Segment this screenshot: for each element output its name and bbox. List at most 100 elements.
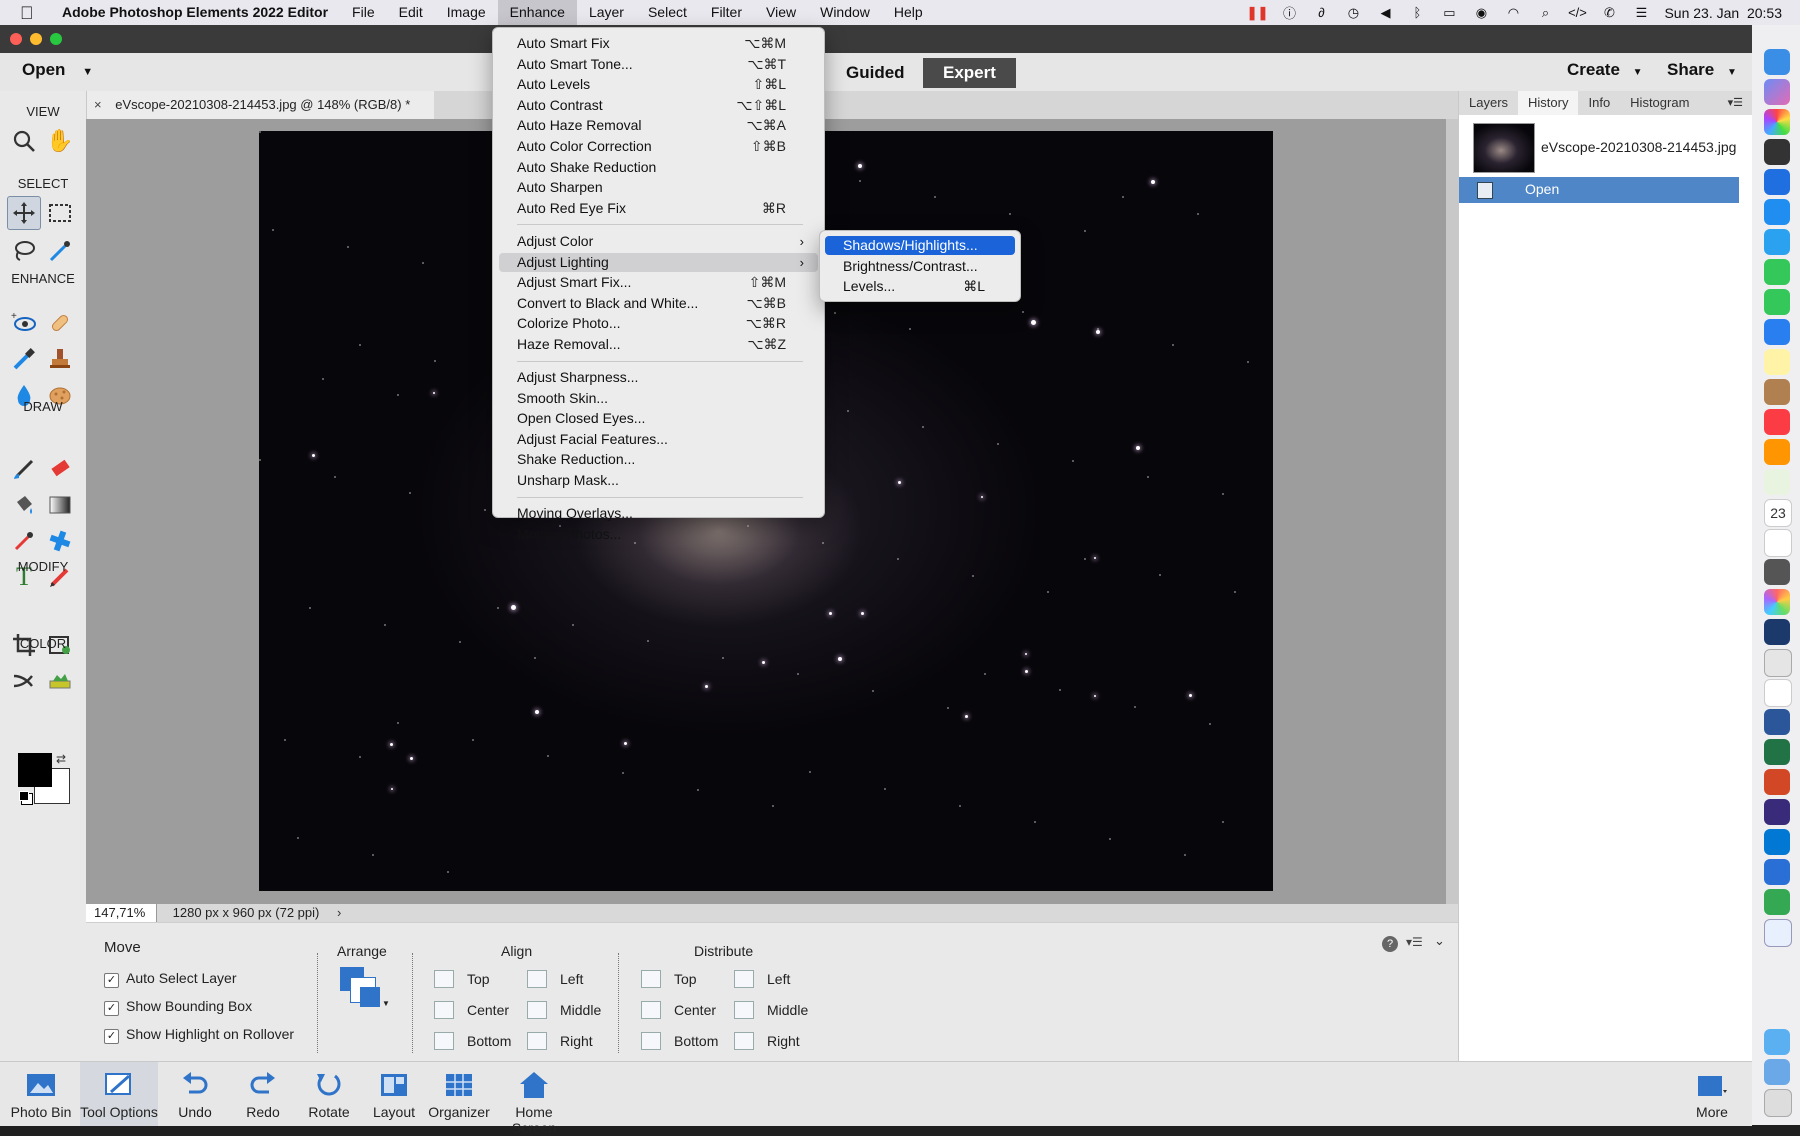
calendar-icon[interactable]: 23 xyxy=(1764,499,1792,527)
default-colors-icon[interactable] xyxy=(19,791,29,801)
auto-select-layer-checkbox[interactable]: ✓ xyxy=(104,973,119,988)
notes-icon[interactable] xyxy=(1764,349,1790,375)
tab-history[interactable]: History xyxy=(1518,91,1579,115)
distribute-middle-label[interactable]: Middle xyxy=(767,1002,808,1018)
menu-item-auto-red-eye-fix[interactable]: Auto Red Eye Fix ⌘R xyxy=(499,199,818,218)
password-icon[interactable]: ⓘ xyxy=(1280,5,1298,21)
expert-mode-button[interactable]: Expert xyxy=(923,58,1016,88)
arrange-dropdown[interactable]: ▼ xyxy=(340,967,390,1013)
music-icon[interactable] xyxy=(1764,409,1790,435)
facetime-icon[interactable] xyxy=(1764,259,1790,285)
messages-icon[interactable] xyxy=(1764,289,1790,315)
signature-icon[interactable]: ∂ xyxy=(1312,5,1330,21)
zoom-readout[interactable]: 147,71% xyxy=(86,904,157,922)
home-screen-button[interactable]: Home Screen xyxy=(494,1062,574,1136)
books-icon[interactable] xyxy=(1764,439,1790,465)
content-aware-move-tool-icon[interactable] xyxy=(8,665,40,697)
recording-icon[interactable]: ❚❚ xyxy=(1247,5,1269,21)
lasso-tool-icon[interactable] xyxy=(8,235,40,267)
menu-item-adjust-smart-fix[interactable]: Adjust Smart Fix... ⇧⌘M xyxy=(499,273,818,292)
submenu-item-shadows-highlights[interactable]: Shadows/Highlights... xyxy=(825,236,1015,255)
mail-icon[interactable] xyxy=(1764,319,1790,345)
menu-layer[interactable]: Layer xyxy=(577,0,636,25)
menu-item-adjust-facial-features[interactable]: Adjust Facial Features... xyxy=(499,430,818,449)
night-app-icon[interactable] xyxy=(1764,799,1790,825)
menu-item-smooth-skin[interactable]: Smooth Skin... xyxy=(499,389,818,408)
menu-item-moving-overlays[interactable]: Moving Overlays... xyxy=(499,504,818,523)
tab-histogram[interactable]: Histogram xyxy=(1620,91,1699,115)
calculator-icon[interactable] xyxy=(1764,649,1792,677)
create-button[interactable]: Create ▼ xyxy=(1567,60,1643,80)
menu-help[interactable]: Help xyxy=(882,0,935,25)
align-left-label[interactable]: Left xyxy=(560,971,583,987)
undo-button[interactable]: Undo xyxy=(162,1062,228,1126)
align-center-icon[interactable] xyxy=(434,1001,454,1019)
hand-tool-icon[interactable]: ✋ xyxy=(44,125,76,157)
align-left-icon[interactable] xyxy=(527,970,547,988)
app-name-menu[interactable]: Adobe Photoshop Elements 2022 Editor xyxy=(50,0,340,25)
utility-icon[interactable] xyxy=(1764,919,1792,947)
clock[interactable]: Sun 23. Jan 20:53 xyxy=(1664,5,1782,21)
excel-icon[interactable] xyxy=(1764,739,1790,765)
menu-item-auto-smart-fix[interactable]: Auto Smart Fix ⌥⌘M xyxy=(499,34,818,53)
apple-icon[interactable]:  xyxy=(20,4,36,22)
control-center-icon[interactable]: ☰ xyxy=(1632,5,1650,21)
menu-item-adjust-lighting[interactable]: Adjust Lighting › xyxy=(499,252,818,272)
password-manager-icon[interactable] xyxy=(1764,169,1790,195)
phone-icon[interactable]: ✆ xyxy=(1600,5,1618,21)
clone-stamp-tool-icon[interactable] xyxy=(44,343,76,375)
menu-item-moving-photos[interactable]: Moving Photos... xyxy=(499,525,818,544)
distribute-left-label[interactable]: Left xyxy=(767,971,790,987)
distribute-middle-icon[interactable] xyxy=(734,1001,754,1019)
chevron-right-icon[interactable]: › xyxy=(337,905,341,920)
menu-item-auto-smart-tone[interactable]: Auto Smart Tone... ⌥⌘T xyxy=(499,55,818,74)
app-store-icon[interactable] xyxy=(1764,199,1790,225)
more-button[interactable]: More xyxy=(1690,1062,1734,1126)
battery-icon[interactable]: ▭ xyxy=(1440,5,1458,21)
straighten-tool-icon[interactable] xyxy=(44,665,76,697)
options-menu-icon[interactable]: ▾☰ xyxy=(1406,935,1423,949)
bluetooth-icon[interactable]: ᛒ xyxy=(1408,5,1426,21)
elements-icon[interactable] xyxy=(1764,619,1790,645)
menu-item-auto-levels[interactable]: Auto Levels ⇧⌘L xyxy=(499,75,818,94)
align-bottom-icon[interactable] xyxy=(434,1032,454,1050)
remote-desktop-icon[interactable] xyxy=(1764,859,1790,885)
custom-shape-tool-icon[interactable] xyxy=(44,525,76,557)
menu-item-auto-haze-removal[interactable]: Auto Haze Removal ⌥⌘A xyxy=(499,116,818,135)
guided-mode-button[interactable]: Guided xyxy=(826,58,925,88)
tab-info[interactable]: Info xyxy=(1578,91,1620,115)
tab-layers[interactable]: Layers xyxy=(1459,91,1518,115)
time-machine-icon[interactable]: ◷ xyxy=(1344,5,1362,21)
quick-selection-tool-icon[interactable] xyxy=(44,235,76,267)
menu-file[interactable]: File xyxy=(340,0,387,25)
history-state-row[interactable]: Open xyxy=(1459,177,1739,203)
rotate-button[interactable]: Rotate xyxy=(298,1062,360,1126)
menu-item-adjust-color[interactable]: Adjust Color › xyxy=(499,232,818,251)
layout-button[interactable]: Layout xyxy=(364,1062,424,1126)
swap-colors-icon[interactable]: ⇄ xyxy=(56,752,66,766)
help-icon[interactable]: ? xyxy=(1382,936,1398,952)
foreground-color-swatch[interactable] xyxy=(18,753,52,787)
distribute-bottom-label[interactable]: Bottom xyxy=(674,1033,718,1049)
spotlight-icon[interactable]: ⌕ xyxy=(1536,5,1554,21)
menu-item-unsharp-mask[interactable]: Unsharp Mask... xyxy=(499,471,818,490)
close-window-icon[interactable] xyxy=(10,33,22,45)
contacts-icon[interactable] xyxy=(1764,379,1790,405)
menu-item-auto-contrast[interactable]: Auto Contrast ⌥⇧⌘L xyxy=(499,96,818,115)
share-button[interactable]: Share ▼ xyxy=(1667,60,1737,80)
distribute-top-label[interactable]: Top xyxy=(674,971,697,987)
distribute-center-icon[interactable] xyxy=(641,1001,661,1019)
document-tab[interactable]: × eVscope-20210308-214453.jpg @ 148% (RG… xyxy=(86,91,434,119)
menu-window[interactable]: Window xyxy=(808,0,882,25)
brush-tool-icon[interactable] xyxy=(8,453,40,485)
organizer-button[interactable]: Organizer xyxy=(426,1062,492,1126)
powerpoint-icon[interactable] xyxy=(1764,769,1790,795)
menu-item-adjust-sharpness[interactable]: Adjust Sharpness... xyxy=(499,368,818,387)
distribute-right-label[interactable]: Right xyxy=(767,1033,800,1049)
align-top-label[interactable]: Top xyxy=(467,971,490,987)
astro-app-icon[interactable] xyxy=(1764,889,1790,915)
gradient-tool-icon[interactable] xyxy=(44,489,76,521)
siri-icon[interactable] xyxy=(1764,79,1790,105)
smart-brush-tool-icon[interactable] xyxy=(8,343,40,375)
user-icon[interactable]: ◉ xyxy=(1472,5,1490,21)
